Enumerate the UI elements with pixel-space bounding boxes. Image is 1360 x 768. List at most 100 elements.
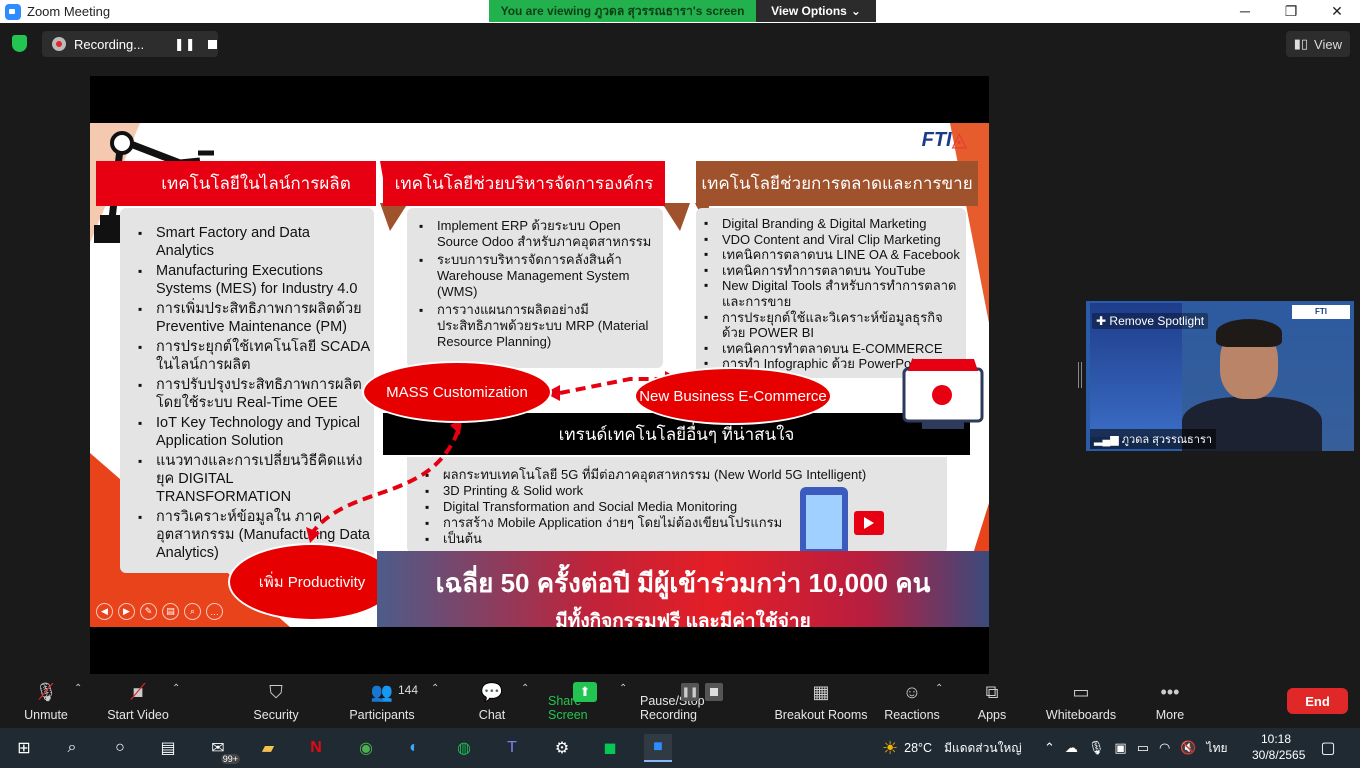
mail-badge: 99+ bbox=[220, 754, 240, 764]
breakout-rooms-button[interactable]: ▦ Breakout Rooms bbox=[774, 674, 868, 728]
chat-button[interactable]: 💬 Chat bbox=[470, 674, 514, 728]
weather-widget[interactable]: ☀ 28°C มีแดดส่วนใหญ่ bbox=[882, 728, 1022, 768]
list-item: Digital Branding & Digital Marketing bbox=[700, 216, 962, 232]
end-meeting-button[interactable]: End bbox=[1287, 688, 1348, 714]
volume-muted-icon[interactable]: 🔇 bbox=[1180, 740, 1196, 756]
microphone-icon[interactable]: 🎙 bbox=[1088, 740, 1105, 756]
task-view-icon[interactable]: ▤ bbox=[154, 734, 182, 762]
notifications-icon[interactable]: ▢ bbox=[1314, 734, 1342, 762]
system-tray: ⌃ ☁ 🎙 ▣ ▭ ◠ 🔇 ไทย bbox=[1044, 728, 1228, 768]
view-layout-button[interactable]: ▮▯ View bbox=[1285, 31, 1350, 57]
start-video-button[interactable]: ■ ⟋ Start Video bbox=[104, 674, 172, 728]
zoom-taskbar-icon[interactable]: ■ bbox=[644, 734, 672, 762]
maximize-button[interactable]: ❐ bbox=[1268, 0, 1314, 23]
reactions-caret-icon[interactable]: ⌃ bbox=[935, 683, 943, 694]
list-item: ผลกระทบเทคโนโลยี 5G ที่มีต่อภาคอุตสาหกรร… bbox=[421, 467, 941, 483]
chevron-down-icon: ⌄ bbox=[850, 4, 861, 18]
system-clock[interactable]: 10:18 30/8/2565 bbox=[1252, 731, 1305, 763]
participants-count: 144 bbox=[398, 683, 419, 697]
share-screen-icon: ⬆ bbox=[573, 682, 597, 702]
file-explorer-icon[interactable]: ▰ bbox=[254, 734, 282, 762]
participants-caret-icon[interactable]: ⌃ bbox=[431, 683, 439, 694]
reactions-button[interactable]: ☺ Reactions bbox=[884, 674, 940, 728]
language-indicator[interactable]: ไทย bbox=[1207, 739, 1228, 758]
pause-recording-icon[interactable]: ❚❚ bbox=[174, 37, 196, 51]
view-options-button[interactable]: View Options ⌄ bbox=[756, 0, 876, 22]
participant-name: ▂▄▆ ภูวดล สุวรรณธารา bbox=[1090, 429, 1217, 449]
line-icon[interactable]: ◼ bbox=[596, 734, 624, 762]
security-button[interactable]: ⛉ Security bbox=[250, 674, 302, 728]
summary-banner: เฉลี่ย 50 ครั้งต่อปี มีผู้เข้าร่วมกว่า 1… bbox=[377, 551, 989, 627]
whiteboards-button[interactable]: ▭ Whiteboards bbox=[1044, 674, 1118, 728]
col1-box: Smart Factory and Data Analytics Manufac… bbox=[120, 208, 374, 573]
prev-slide-icon[interactable]: ◀ bbox=[96, 603, 113, 620]
meeting-toolbar: 🎙 ⟋ Unmute ⌃ ■ ⟋ Start Video ⌃ ⛉ Security … bbox=[0, 674, 1360, 728]
audio-options-caret-icon[interactable]: ⌃ bbox=[74, 683, 82, 694]
edge-icon[interactable]: ◐ bbox=[400, 734, 428, 762]
slide-controls: ◀ ▶ ✎ ▤ ⌕ … bbox=[96, 603, 223, 620]
weather-sun-icon: ☀ bbox=[882, 737, 899, 758]
slides-icon[interactable]: ▤ bbox=[162, 603, 179, 620]
list-item: แนวทางและการเปลี่ยนวิธีคิดแห่งยุค DIGITA… bbox=[134, 452, 370, 506]
window-title: Zoom Meeting bbox=[27, 4, 111, 19]
video-options-caret-icon[interactable]: ⌃ bbox=[172, 683, 180, 694]
recording-icon bbox=[52, 37, 66, 51]
cortana-icon[interactable]: ○ bbox=[106, 734, 134, 762]
list-item: New Digital Tools สำหรับการทำการตลาด และ… bbox=[700, 278, 962, 309]
shared-screen: FTI◬ เทคโนโลยีในไลน์การผลิต เทคโนโลยีช่ว… bbox=[90, 76, 989, 674]
wifi-icon[interactable]: ◠ bbox=[1159, 740, 1170, 756]
chevron-up-icon[interactable]: ⌃ bbox=[1044, 740, 1055, 756]
col2-header: เทคโนโลยีช่วยบริหารจัดการองค์กร bbox=[383, 161, 665, 206]
mass-customization-label: MASS Customization bbox=[362, 361, 552, 423]
list-item: การประยุกต์ใช้เทคโนโลยี SCADA ในไลน์การผ… bbox=[134, 338, 370, 374]
next-slide-icon[interactable]: ▶ bbox=[118, 603, 135, 620]
col3-box: Digital Branding & Digital Marketing VDO… bbox=[696, 208, 966, 378]
apps-icon: ⧉ bbox=[985, 681, 999, 702]
chrome-icon[interactable]: ◉ bbox=[352, 734, 380, 762]
netflix-icon[interactable]: N bbox=[302, 734, 330, 762]
pause-stop-recording-button[interactable]: ❚❚ Pause/Stop Recording bbox=[640, 674, 764, 728]
windows-taskbar: ⊞ ⌕ ○ ▤ ✉ 99+ ▰ N ◉ ◐ ◍ T ⚙ ◼ ■ ☀ 28°C มี… bbox=[0, 728, 1360, 768]
list-item: เทคนิคการทำการตลาดบน YouTube bbox=[700, 263, 962, 279]
mail-icon[interactable]: ✉ 99+ bbox=[204, 734, 240, 764]
search-icon[interactable]: ⌕ bbox=[58, 734, 86, 762]
list-item: Smart Factory and Data Analytics bbox=[134, 224, 370, 260]
breakout-rooms-icon: ▦ bbox=[812, 681, 830, 702]
share-screen-button[interactable]: ⬆ Share Screen bbox=[548, 674, 622, 728]
share-caret-icon[interactable]: ⌃ bbox=[619, 683, 627, 694]
more-button[interactable]: ••• More bbox=[1150, 674, 1190, 728]
banner-headline: เฉลี่ย 50 ครั้งต่อปี มีผู้เข้าร่วมกว่า 1… bbox=[435, 568, 931, 598]
onedrive-icon[interactable]: ☁ bbox=[1065, 740, 1078, 756]
banner-subline: มีทั้งกิจกรรมฟรี และมีค่าใช้จ่าย bbox=[555, 611, 811, 627]
remove-spotlight-button[interactable]: ✚ Remove Spotlight bbox=[1092, 313, 1209, 329]
participants-icon: 👥 bbox=[370, 681, 394, 702]
close-button[interactable]: ✕ bbox=[1314, 0, 1360, 23]
tile-logo: FTI bbox=[1292, 305, 1350, 319]
viewing-share-banner: You are viewing ภูวดล สุวรรณธารา's scree… bbox=[489, 0, 756, 22]
settings-gear-icon[interactable]: ⚙ bbox=[548, 734, 576, 762]
windows-start-icon[interactable]: ⊞ bbox=[10, 734, 38, 762]
spotify-icon[interactable]: ◍ bbox=[450, 734, 478, 762]
recording-indicator: Recording... ❚❚ bbox=[42, 31, 218, 57]
apps-button[interactable]: ⧉ Apps bbox=[972, 674, 1012, 728]
meeting-topbar: Recording... ❚❚ ▮▯ View bbox=[0, 23, 1360, 63]
spotlight-video-tile[interactable]: FTI ✚ Remove Spotlight ▂▄▆ ภูวดล สุวรรณธ… bbox=[1086, 301, 1354, 451]
battery-icon[interactable]: ▭ bbox=[1137, 740, 1149, 756]
camera-icon[interactable]: ▣ bbox=[1114, 740, 1126, 756]
stop-recording-icon[interactable] bbox=[208, 39, 218, 49]
video-off-icon: ■ ⟋ bbox=[130, 679, 146, 704]
chat-caret-icon[interactable]: ⌃ bbox=[521, 683, 529, 694]
panel-splitter[interactable] bbox=[1078, 362, 1082, 388]
more-icon[interactable]: … bbox=[206, 603, 223, 620]
encryption-shield-icon[interactable] bbox=[12, 35, 27, 52]
shield-icon: ⛉ bbox=[269, 681, 283, 702]
minimize-button[interactable]: ─ bbox=[1222, 0, 1268, 23]
list-item: Manufacturing Executions Systems (MES) f… bbox=[134, 262, 370, 298]
productivity-label: เพิ่ม Productivity bbox=[228, 543, 396, 621]
zoom-icon[interactable]: ⌕ bbox=[184, 603, 201, 620]
unmute-button[interactable]: 🎙 ⟋ Unmute bbox=[18, 674, 74, 728]
participants-button[interactable]: 👥 144 Participants bbox=[348, 674, 419, 728]
teams-icon[interactable]: T bbox=[498, 734, 526, 762]
more-dots-icon: ••• bbox=[1160, 681, 1180, 702]
pen-icon[interactable]: ✎ bbox=[140, 603, 157, 620]
